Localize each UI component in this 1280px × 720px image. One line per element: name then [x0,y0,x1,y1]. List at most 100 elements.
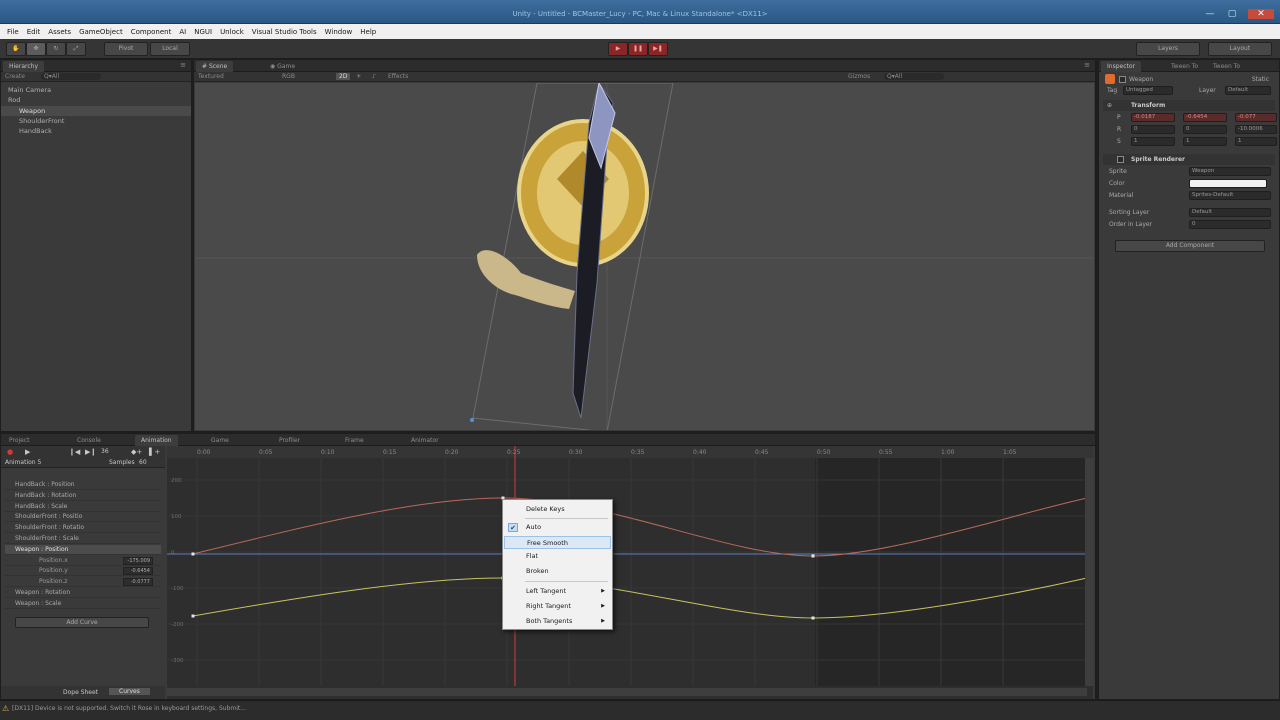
position-x-field[interactable]: -0.0187 [1131,113,1175,122]
static-toggle[interactable]: Static [1252,74,1269,85]
layers-dropdown[interactable]: Layers [1136,42,1200,56]
menu-item-auto[interactable]: ✔ Auto [504,521,611,534]
create-dropdown[interactable]: Create [5,73,25,80]
menu-item-left-tangent[interactable]: Left Tangent ▶ [504,585,611,598]
animation-property-row[interactable]: ShoulderFront : Positio [5,512,161,523]
dope-sheet-toggle[interactable]: Dope Sheet [63,689,98,696]
samples-field[interactable]: 60 [139,459,147,466]
status-message[interactable]: [DX11] Device is not supported. Switch i… [12,705,246,712]
menu-unlock[interactable]: Unlock [216,28,248,36]
rotation-x-field[interactable]: 0 [1131,125,1175,134]
tab-game-bottom[interactable]: Game [205,435,235,446]
clip-dropdown[interactable]: Animation 5 [5,459,41,466]
tab-profiler[interactable]: Profiler [273,435,306,446]
panel-menu-icon[interactable]: ≡ [1084,61,1090,69]
menu-gameobject[interactable]: GameObject [75,28,127,36]
tab-animation[interactable]: Animation [135,435,178,446]
pause-button[interactable]: ❚❚ [628,42,648,56]
menu-component[interactable]: Component [127,28,176,36]
menu-ngui[interactable]: NGUI [190,28,216,36]
next-key-button[interactable]: ▶❙ [85,448,96,456]
rotation-y-field[interactable]: 0 [1183,125,1227,134]
animation-property-row[interactable]: Position.z -0.0777 [5,577,161,588]
hierarchy-item-shoulderfront[interactable]: ShoulderFront [1,116,191,126]
property-value-field[interactable]: -0.6454 [123,567,153,576]
menu-window[interactable]: Window [321,28,357,36]
tab-project[interactable]: Project [3,435,36,446]
frame-field[interactable]: 36 [101,448,109,455]
property-value-field[interactable]: -175.009 [123,556,153,565]
sprite-field[interactable]: Weapon [1189,167,1271,176]
hierarchy-item-main-camera[interactable]: Main Camera [1,85,191,95]
move-tool-button[interactable]: ✥ [26,42,46,56]
tag-dropdown[interactable]: Untagged [1123,86,1173,95]
menu-item-both-tangents[interactable]: Both Tangents ▶ [504,615,611,628]
close-button[interactable]: ✕ [1248,9,1274,19]
render-mode-dropdown[interactable]: RGB [282,73,295,80]
minimize-button[interactable]: — [1204,9,1216,19]
scale-y-field[interactable]: 1 [1183,137,1227,146]
2d-toggle[interactable]: 2D [336,73,351,80]
order-in-layer-field[interactable]: 0 [1189,220,1271,229]
rotate-tool-button[interactable]: ↻ [46,42,66,56]
animation-property-row[interactable]: Weapon : Scale [5,599,161,609]
local-toggle[interactable]: Local [150,42,190,56]
animation-property-row[interactable]: ShoulderFront : Rotatio [5,523,161,534]
material-field[interactable]: Sprites-Default [1189,191,1271,200]
tab-hierarchy[interactable]: Hierarchy [3,61,45,72]
curve-editor[interactable]: 0:00 0:05 0:10 0:15 0:20 0:25 0:30 0:35 0:40 0:45… [167,446,1093,699]
hand-tool-button[interactable]: ✋ [6,42,26,56]
transform-header[interactable]: ⊕ Transform [1103,100,1275,111]
layout-dropdown[interactable]: Layout [1208,42,1272,56]
menu-edit[interactable]: Edit [23,28,45,36]
scene-viewport[interactable] [195,83,1094,430]
layer-dropdown[interactable]: Default [1225,86,1271,95]
rotation-z-field[interactable]: -10.0006 [1235,125,1277,134]
menu-help[interactable]: Help [356,28,380,36]
menu-ai[interactable]: AI [175,28,190,36]
gizmos-dropdown[interactable]: Gizmos [848,73,870,80]
tab-frame[interactable]: Frame [339,435,370,446]
scale-x-field[interactable]: 1 [1131,137,1175,146]
sorting-layer-dropdown[interactable]: Default [1189,208,1271,217]
shading-mode-dropdown[interactable]: Textured [198,73,224,80]
menu-item-broken[interactable]: Broken [504,565,611,578]
hierarchy-search-input[interactable]: Q▾All [41,73,101,80]
active-checkbox[interactable] [1119,76,1126,83]
menu-file[interactable]: File [3,28,23,36]
hierarchy-item-handback[interactable]: HandBack [1,126,191,136]
scale-tool-button[interactable]: ⤢ [66,42,86,56]
step-button[interactable]: ▶❚ [648,42,668,56]
add-keyframe-button[interactable]: ◆+ [131,448,142,456]
add-curve-button[interactable]: Add Curve [15,617,149,628]
position-y-field[interactable]: -0.6454 [1183,113,1227,122]
tab-tween-2[interactable]: Tween To [1207,61,1246,72]
tab-animator[interactable]: Animator [405,435,445,446]
position-z-field[interactable]: -0.077 [1235,113,1277,122]
panel-menu-icon[interactable]: ≡ [180,61,186,69]
sprite-renderer-enabled-checkbox[interactable] [1117,156,1124,163]
lighting-toggle-icon[interactable]: ☀ [356,73,361,80]
menu-item-delete-keys[interactable]: Delete Keys [504,503,611,516]
pivot-toggle[interactable]: Pivot [104,42,148,56]
color-swatch[interactable] [1189,179,1267,188]
scale-z-field[interactable]: 1 [1235,137,1277,146]
tab-inspector[interactable]: Inspector [1101,61,1141,72]
menu-item-flat[interactable]: Flat [504,550,611,563]
effects-dropdown[interactable]: Effects [388,73,408,80]
animation-property-row[interactable]: HandBack : Rotation [5,491,161,501]
record-button[interactable]: ● [7,448,13,456]
animation-property-row[interactable]: Weapon : Rotation [5,588,161,598]
prev-key-button[interactable]: ❙◀ [69,448,80,456]
animation-property-row[interactable]: Position.x -175.009 [5,556,161,566]
animation-property-row[interactable]: HandBack : Scale [5,502,161,512]
menu-vstools[interactable]: Visual Studio Tools [248,28,321,36]
hierarchy-item-weapon[interactable]: Weapon [1,106,191,116]
maximize-button[interactable]: ▢ [1226,9,1238,19]
animation-property-row[interactable]: Position.y -0.6454 [5,566,161,577]
add-event-button[interactable]: ▌+ [149,448,160,456]
hierarchy-item-rod[interactable]: Rod [1,95,191,105]
animation-property-row[interactable]: ShoulderFront : Scale [5,534,161,544]
tab-scene[interactable]: # Scene [196,61,234,72]
menu-item-free-smooth[interactable]: Free Smooth [504,536,611,549]
